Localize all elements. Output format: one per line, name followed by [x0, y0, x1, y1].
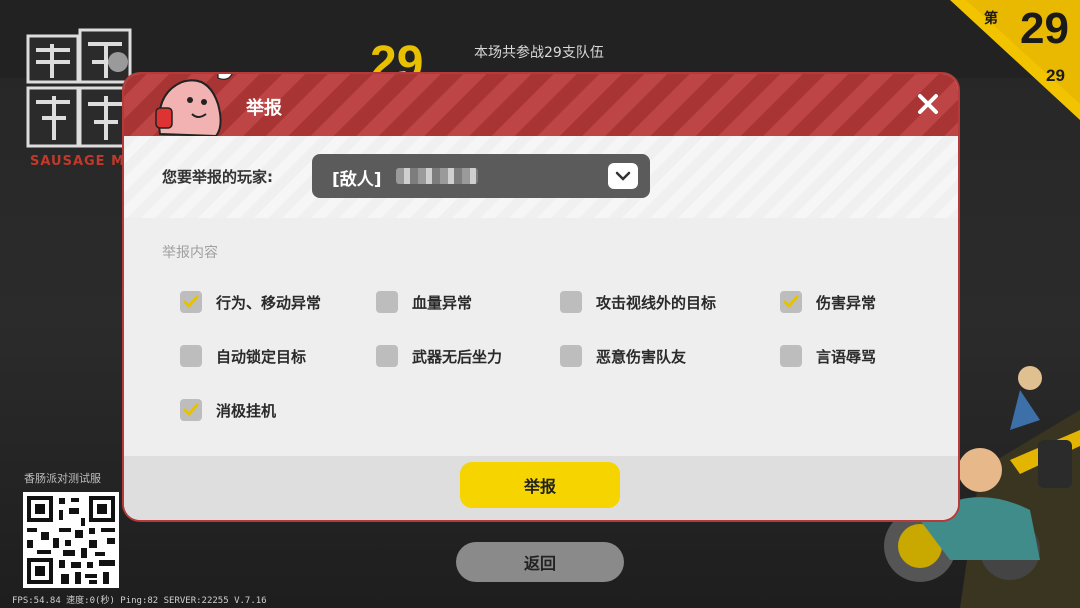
- report-content-label: 举报内容: [162, 245, 218, 261]
- player-dropdown[interactable]: [敌人]: [312, 154, 650, 198]
- report-option-label: 攻击视线外的目标: [596, 293, 717, 312]
- report-option-label: 消极挂机: [216, 401, 277, 420]
- report-option-label: 血量异常: [412, 293, 473, 312]
- report-option[interactable]: 伤害异常: [780, 290, 876, 314]
- report-option[interactable]: 言语辱骂: [780, 344, 876, 368]
- report-dialog: 举报 您要举报的玩家: [敌人] 举报内容 行为、移动异常 血量异常 攻击视线外的目…: [124, 74, 958, 520]
- check-icon: [183, 295, 199, 308]
- game-logo-icon: [26, 28, 132, 148]
- report-option-label: 言语辱骂: [816, 347, 877, 366]
- submit-report-button[interactable]: 举报: [460, 462, 620, 508]
- report-option[interactable]: 消极挂机: [180, 398, 276, 422]
- checkbox-unchecked[interactable]: [560, 345, 582, 367]
- report-option[interactable]: 武器无后坐力: [376, 344, 502, 368]
- report-option[interactable]: 恶意伤害队友: [560, 344, 686, 368]
- report-option[interactable]: 行为、移动异常: [180, 290, 321, 314]
- player-name-redacted: [396, 168, 478, 184]
- report-option-label: 武器无后坐力: [412, 347, 503, 366]
- top-bar: [0, 0, 1080, 78]
- close-icon[interactable]: [914, 90, 942, 118]
- report-option[interactable]: 攻击视线外的目标: [560, 290, 716, 314]
- report-option[interactable]: 自动锁定目标: [180, 344, 306, 368]
- checkbox-unchecked[interactable]: [560, 291, 582, 313]
- sausage-mascot-icon: [155, 74, 233, 136]
- rank-total: 29: [1046, 66, 1065, 85]
- report-option-label: 自动锁定目标: [216, 347, 307, 366]
- player-name: [敌人]: [332, 170, 382, 190]
- report-option-label: 行为、移动异常: [216, 293, 322, 312]
- test-server-label: 香肠派对测试服: [24, 472, 101, 485]
- checkbox-unchecked[interactable]: [780, 345, 802, 367]
- back-button[interactable]: 返回: [456, 542, 624, 582]
- checkbox-checked[interactable]: [180, 291, 202, 313]
- header-team-count: 本场共参战29支队伍: [474, 45, 604, 61]
- chevron-down-icon[interactable]: [608, 163, 638, 189]
- qr-code-icon: [23, 492, 119, 588]
- report-option[interactable]: 血量异常: [376, 290, 472, 314]
- fps-status-line: FPS:54.84 速度:0(秒) Ping:82 SERVER:22255 V…: [12, 596, 267, 606]
- rank-number: 29: [1020, 4, 1069, 53]
- report-option-label: 伤害异常: [816, 293, 877, 312]
- checkbox-checked[interactable]: [780, 291, 802, 313]
- check-icon: [783, 295, 799, 308]
- check-icon: [183, 403, 199, 416]
- checkbox-unchecked[interactable]: [376, 291, 398, 313]
- logo-subtitle: SAUSAGE MA: [30, 154, 137, 169]
- player-label: 您要举报的玩家:: [162, 168, 273, 186]
- rank-prefix: 第: [984, 11, 998, 27]
- checkbox-checked[interactable]: [180, 399, 202, 421]
- checkbox-unchecked[interactable]: [180, 345, 202, 367]
- checkbox-unchecked[interactable]: [376, 345, 398, 367]
- report-option-label: 恶意伤害队友: [596, 347, 687, 366]
- dialog-title: 举报: [246, 98, 282, 119]
